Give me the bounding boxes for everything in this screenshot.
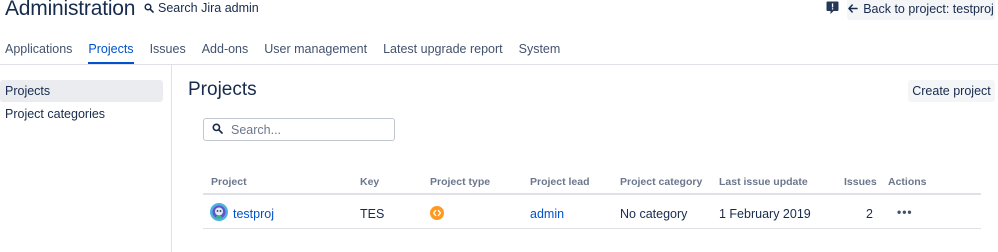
column-header-project-type[interactable]: Project type xyxy=(430,176,490,188)
back-arrow-icon xyxy=(848,2,858,16)
back-to-project-button[interactable]: Back to project: testproj xyxy=(847,0,995,20)
tab-applications[interactable]: Applications xyxy=(5,38,72,64)
tab-projects[interactable]: Projects xyxy=(88,38,134,64)
create-project-button[interactable]: Create project xyxy=(908,80,995,102)
tab-user-management[interactable]: User management xyxy=(264,38,367,64)
tab-system[interactable]: System xyxy=(519,38,561,64)
project-search-input[interactable] xyxy=(231,122,381,137)
column-header-issues[interactable]: Issues xyxy=(844,176,877,188)
column-header-actions: Actions xyxy=(888,176,927,188)
admin-search-label: Search Jira admin xyxy=(158,1,259,15)
tab-latest-upgrade-report[interactable]: Latest upgrade report xyxy=(383,38,503,64)
admin-nav-tabs: Applications Projects Issues Add-ons Use… xyxy=(0,38,571,64)
tab-add-ons[interactable]: Add-ons xyxy=(202,38,249,64)
search-icon xyxy=(144,3,154,13)
search-icon xyxy=(212,122,223,137)
table-row: testproj TES admin No category 1 Februar… xyxy=(203,197,981,229)
column-header-last-issue-update[interactable]: Last issue update xyxy=(719,176,808,188)
tab-issues[interactable]: Issues xyxy=(150,38,186,64)
page-title: Administration xyxy=(5,0,136,20)
column-header-key[interactable]: Key xyxy=(360,176,379,188)
last-issue-update: 1 February 2019 xyxy=(719,207,811,221)
admin-search-button[interactable]: Search Jira admin xyxy=(144,1,259,15)
back-to-project-label: Back to project: testproj xyxy=(863,1,994,16)
sidebar-item-projects[interactable]: Projects xyxy=(0,80,163,102)
sidebar-item-project-categories[interactable]: Project categories xyxy=(0,103,163,125)
main-title: Projects xyxy=(188,79,257,100)
column-header-project-lead[interactable]: Project lead xyxy=(530,176,590,188)
project-key: TES xyxy=(360,207,385,221)
project-name-link[interactable]: testproj xyxy=(233,207,274,221)
column-header-project-category[interactable]: Project category xyxy=(620,176,702,188)
software-project-icon xyxy=(430,206,444,220)
feedback-icon[interactable] xyxy=(826,1,839,18)
projects-table-header: Project Key Project type Project lead Pr… xyxy=(203,171,981,195)
issues-count: 2 xyxy=(866,207,873,221)
project-category: No category xyxy=(620,207,688,221)
project-avatar xyxy=(210,203,228,221)
project-search-box xyxy=(203,118,395,141)
column-header-project[interactable]: Project xyxy=(211,176,247,188)
more-icon[interactable]: ••• xyxy=(897,205,913,219)
project-lead-link[interactable]: admin xyxy=(530,207,564,221)
sidebar-divider xyxy=(171,65,172,252)
nav-divider xyxy=(0,64,998,65)
